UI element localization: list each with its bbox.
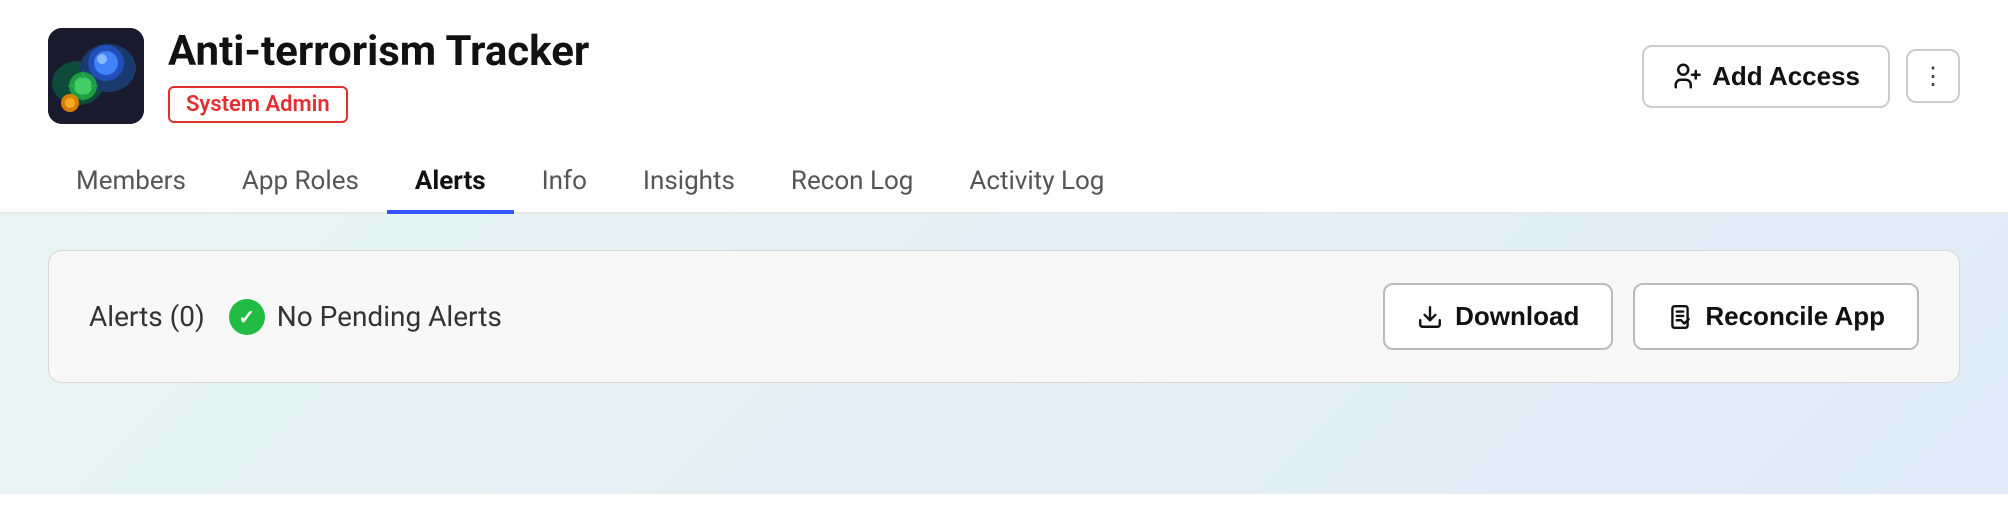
nav-tabs: Members App Roles Alerts Info Insights R…	[0, 152, 2008, 214]
alerts-card: Alerts (0) No Pending Alerts Download	[48, 250, 1960, 383]
tab-app-roles[interactable]: App Roles	[214, 152, 387, 214]
check-circle-icon	[229, 299, 265, 335]
reconcile-button[interactable]: Reconcile App	[1633, 283, 1919, 350]
alerts-status: No Pending Alerts	[229, 299, 502, 335]
alerts-right: Download Reconcile App	[1383, 283, 1919, 350]
reconcile-label: Reconcile App	[1705, 301, 1885, 332]
tab-info[interactable]: Info	[514, 152, 615, 214]
download-button[interactable]: Download	[1383, 283, 1613, 350]
app-title: Anti-terrorism Tracker	[168, 29, 589, 75]
tab-insights[interactable]: Insights	[615, 152, 763, 214]
tab-activity-log[interactable]: Activity Log	[941, 152, 1132, 214]
header-right: Add Access ⋮	[1642, 45, 1960, 108]
add-access-button[interactable]: Add Access	[1642, 45, 1890, 108]
tab-recon-log[interactable]: Recon Log	[763, 152, 941, 214]
header-left: Anti-terrorism Tracker System Admin	[48, 28, 589, 124]
tab-members[interactable]: Members	[48, 152, 214, 214]
download-label: Download	[1455, 301, 1579, 332]
more-options-button[interactable]: ⋮	[1906, 49, 1960, 103]
add-person-icon	[1672, 61, 1702, 91]
reconcile-icon	[1667, 304, 1693, 330]
more-icon: ⋮	[1921, 62, 1945, 91]
tab-alerts[interactable]: Alerts	[387, 152, 514, 214]
alerts-left: Alerts (0) No Pending Alerts	[89, 299, 502, 335]
app-icon	[48, 28, 144, 124]
add-access-label: Add Access	[1712, 61, 1860, 92]
app-header: Anti-terrorism Tracker System Admin Add …	[0, 0, 2008, 124]
alerts-count: Alerts (0)	[89, 300, 205, 333]
alerts-status-text: No Pending Alerts	[277, 300, 502, 333]
content-area: Alerts (0) No Pending Alerts Download	[0, 214, 2008, 494]
app-title-block: Anti-terrorism Tracker System Admin	[168, 29, 589, 122]
system-admin-badge: System Admin	[168, 86, 348, 123]
download-icon	[1417, 304, 1443, 330]
